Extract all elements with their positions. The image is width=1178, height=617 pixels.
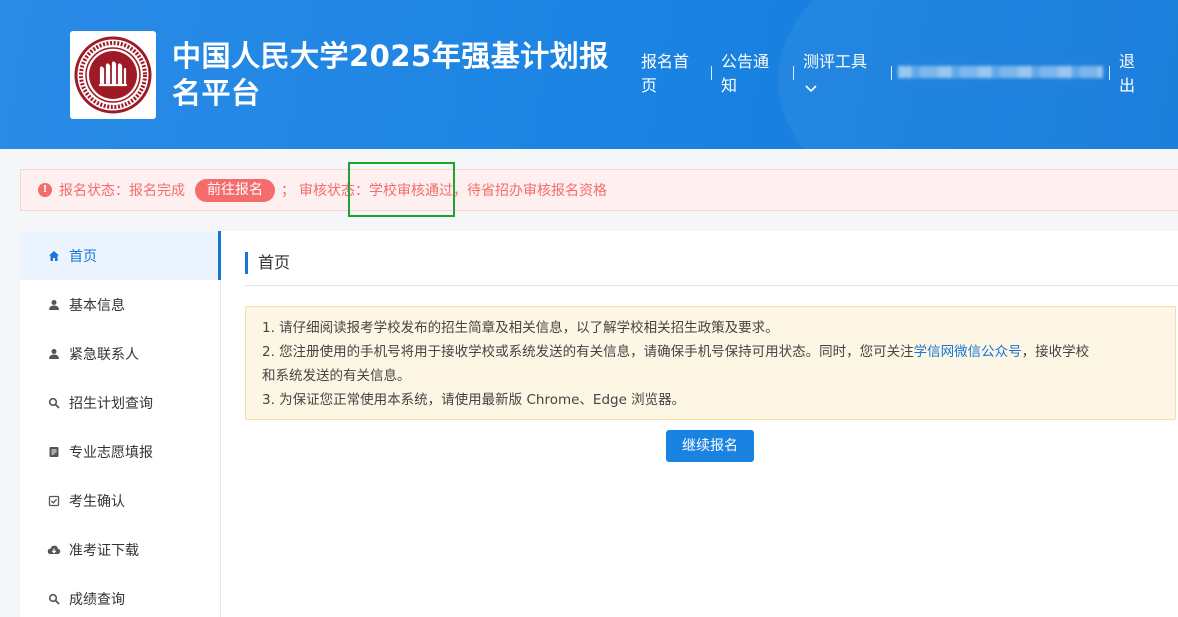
- notice-box: 1. 请仔细阅读报考学校发布的招生简章及相关信息，以了解学校相关招生政策及要求。…: [245, 306, 1176, 420]
- check-square-icon: [47, 494, 61, 508]
- notice-line-2-text: 2. 您注册使用的手机号将用于接收学校或系统发送的有关信息，请确保手机号保持可用…: [262, 344, 914, 360]
- sidebar-item-admission-ticket[interactable]: 准考证下载: [20, 525, 220, 574]
- user-icon: [47, 298, 61, 312]
- sidebar-item-label: 考生确认: [69, 493, 125, 510]
- sidebar-item-major-preference[interactable]: 专业志愿填报: [20, 427, 220, 476]
- sidebar-item-label: 准考证下载: [69, 542, 139, 559]
- home-icon: [47, 249, 61, 263]
- cloud-download-icon: [47, 543, 61, 557]
- sidebar-item-candidate-confirm[interactable]: 考生确认: [20, 476, 220, 525]
- nav-announcements[interactable]: 公告通知: [721, 50, 777, 98]
- notice-line-3: 3. 为保证您正常使用本系统，请使用最新版 Chrome、Edge 浏览器。: [262, 392, 686, 408]
- university-logo: [70, 31, 156, 119]
- user-icon: [47, 347, 61, 361]
- search-icon: [47, 592, 61, 606]
- chevron-down-icon: [805, 76, 873, 100]
- sidebar-item-home[interactable]: 首页: [20, 231, 221, 280]
- nav-separator: [891, 66, 892, 80]
- sidebar-item-label: 专业志愿填报: [69, 444, 153, 461]
- site-header: 中国人民大学2025年强基计划报名平台 报名首页 公告通知 测评工具 退出: [0, 0, 1178, 149]
- info-icon: !: [38, 183, 52, 197]
- highlight-annotation: [348, 162, 455, 217]
- notice-line-2-continued: 和系统发送的有关信息。: [262, 368, 411, 384]
- goto-signup-button[interactable]: 前往报名: [195, 178, 275, 202]
- sidebar-item-score-query[interactable]: 成绩查询: [20, 574, 220, 617]
- nav-home[interactable]: 报名首页: [641, 50, 697, 98]
- user-name-redacted: [898, 66, 1103, 78]
- nav-separator: [793, 66, 794, 80]
- site-title: 中国人民大学2025年强基计划报名平台: [172, 39, 609, 110]
- sidebar-item-plan-query[interactable]: 招生计划查询: [20, 378, 220, 427]
- notice-line-2-tail: ，接收学校: [1021, 344, 1090, 360]
- province-review-result: 待省招办审核报名资格: [467, 183, 607, 199]
- page-title: 首页: [245, 252, 290, 274]
- status-separator: ；: [281, 183, 295, 199]
- nav-separator: [711, 66, 712, 80]
- main-content: 首页 1. 请仔细阅读报考学校发布的招生简章及相关信息，以了解学校相关招生政策及…: [221, 231, 1178, 617]
- notice-line-2: 2. 您注册使用的手机号将用于接收学校或系统发送的有关信息，请确保手机号保持可用…: [262, 340, 1159, 364]
- notice-line-1: 1. 请仔细阅读报考学校发布的招生简章及相关信息，以了解学校相关招生政策及要求。: [262, 320, 779, 336]
- signup-status: 报名状态：报名完成: [59, 183, 185, 199]
- sidebar-item-label: 首页: [69, 248, 97, 265]
- sidebar-item-emergency-contact[interactable]: 紧急联系人: [20, 329, 220, 378]
- nav-assessment-tools[interactable]: 测评工具: [803, 50, 873, 100]
- status-banner: ! 报名状态：报名完成 前往报名 ； 审核状态： 学校审核通过， 待省招办审核报…: [20, 169, 1178, 211]
- title-divider: [245, 285, 1178, 286]
- document-icon: [47, 445, 61, 459]
- nav-separator: [1109, 66, 1110, 80]
- search-icon: [47, 396, 61, 410]
- sidebar-item-label: 招生计划查询: [69, 395, 153, 412]
- nav-assessment-label: 测评工具: [803, 52, 868, 71]
- sidebar-item-label: 成绩查询: [69, 591, 125, 608]
- continue-signup-button[interactable]: 继续报名: [666, 430, 754, 462]
- wechat-account-link[interactable]: 学信网微信公众号: [914, 344, 1022, 360]
- sidebar-item-label: 紧急联系人: [69, 346, 139, 363]
- sidebar-item-basic-info[interactable]: 基本信息: [20, 280, 220, 329]
- sidebar: 首页 基本信息 紧急联系人 招生计划查询 专业志愿填报 考生确认 准考证下载 成…: [20, 231, 221, 617]
- sidebar-item-label: 基本信息: [69, 297, 125, 314]
- logout-link[interactable]: 退出: [1119, 50, 1139, 98]
